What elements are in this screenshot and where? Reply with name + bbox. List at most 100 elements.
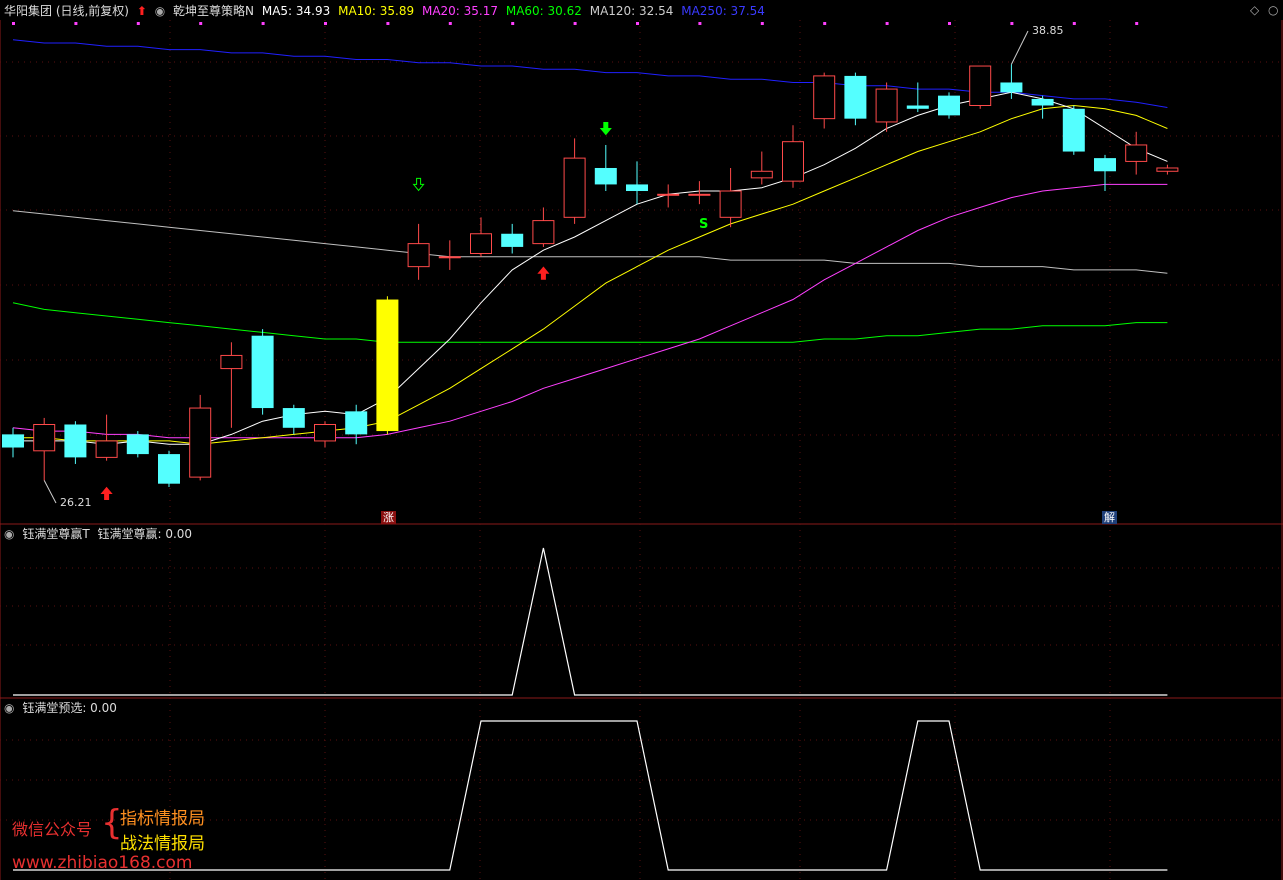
settings-dot-icon[interactable]: ○ — [1268, 3, 1278, 17]
buy-arrow-icon — [537, 266, 550, 280]
ma10-line — [13, 104, 1168, 445]
candle-body-up — [95, 440, 118, 458]
top-marker-dot — [448, 22, 452, 25]
ma120-label: MA120: 32.54 — [589, 4, 674, 18]
candle-body-up — [314, 423, 336, 442]
ma10-label: MA10: 35.89 — [338, 4, 415, 18]
watermark-line2: 战法情报局 — [120, 834, 205, 854]
ma250-label: MA250: 37.54 — [681, 4, 765, 18]
top-marker-dot — [511, 22, 515, 25]
watermark-line1: 指标情报局 — [120, 809, 205, 829]
panel3-dropdown-icon[interactable]: ◉ — [4, 701, 14, 715]
candle-body-down — [501, 233, 524, 247]
panel2-dropdown-icon[interactable]: ◉ — [4, 527, 14, 541]
candle-body-down — [844, 75, 867, 119]
strategy-name[interactable]: 乾坤至尊策略N — [173, 4, 254, 18]
candle-body-up — [657, 193, 680, 196]
sell-hint-arrow-icon — [412, 177, 425, 192]
candle-body-up — [875, 88, 898, 123]
ma5-label: MA5: 34.93 — [261, 4, 331, 18]
candle-body-up — [1156, 167, 1179, 172]
ma250-line — [12, 39, 1168, 108]
zhang-tag: 涨 — [381, 511, 396, 524]
high-price-label: 38.85 — [1032, 24, 1064, 37]
kline-chart[interactable] — [0, 0, 1283, 880]
candle-body-down — [345, 411, 368, 435]
top-marker-dot — [199, 22, 203, 25]
candle-body-down — [1094, 158, 1116, 172]
top-marker-dot — [760, 22, 764, 25]
main-header: 华阳集团 (日线,前复权) ⬆ ◉ 乾坤至尊策略N MA5: 34.93 MA1… — [4, 2, 769, 20]
top-marker-dot — [1135, 22, 1139, 25]
candle-body-up — [688, 193, 711, 196]
candle-body-up — [1125, 144, 1148, 162]
candle-body-down — [906, 105, 929, 109]
dropdown-icon[interactable]: ◉ — [155, 4, 165, 18]
sell-arrow-icon — [599, 122, 612, 136]
ma120-line — [12, 210, 1168, 274]
candle-body-up — [782, 141, 804, 182]
candle-body-down — [1062, 108, 1085, 152]
buy-arrow-icon — [100, 486, 113, 501]
candle-body-up — [750, 170, 773, 179]
candle-body-down — [1031, 98, 1054, 106]
candle-body-down — [2, 434, 24, 448]
candle-body-down — [64, 424, 87, 458]
up-arrow-icon: ⬆ — [136, 4, 147, 18]
s-signal: S — [699, 217, 709, 232]
top-marker-dot — [885, 22, 889, 25]
candle-body-up — [969, 65, 992, 107]
diamond-icon[interactable]: ◇ — [1250, 3, 1259, 17]
top-marker-dot — [823, 22, 827, 25]
candle-body-up — [189, 407, 212, 478]
top-marker-dot — [386, 22, 390, 25]
top-marker-dot — [948, 22, 951, 25]
panel2-header: ◉ 钰满堂尊赢T 钰满堂尊赢: 0.00 — [4, 525, 196, 543]
ma60-label: MA60: 30.62 — [505, 4, 582, 18]
top-marker-dot — [74, 22, 78, 25]
candle-body-up — [33, 423, 56, 452]
candle-body-down — [594, 167, 617, 185]
top-marker-dot — [1072, 22, 1076, 25]
panel2-line — [13, 547, 1168, 696]
candle-body-down — [938, 95, 960, 116]
panel2-title[interactable]: 钰满堂尊赢T — [22, 527, 89, 541]
panel3-header: ◉ 钰满堂预选: 0.00 — [4, 699, 121, 717]
low-leader-line — [43, 480, 57, 504]
top-marker-dot — [261, 22, 265, 25]
top-marker-dot — [698, 22, 702, 25]
top-marker-dot — [324, 22, 327, 25]
ma20-line — [12, 183, 1168, 439]
top-marker-dot — [12, 22, 15, 25]
candle-body-up — [813, 75, 836, 120]
stock-title[interactable]: 华阳集团 (日线,前复权) — [4, 4, 129, 18]
panel3-title[interactable]: 钰满堂预选: 0.00 — [22, 701, 117, 715]
candle-body-up — [220, 354, 243, 370]
high-leader-line — [1010, 30, 1029, 65]
candle-body-down — [158, 454, 180, 484]
ma60-line — [12, 302, 1168, 343]
top-marker-dot — [573, 22, 577, 25]
top-marker-dot — [136, 22, 140, 25]
candle-body-up — [719, 190, 742, 218]
candle-body-up — [438, 256, 461, 259]
candle-body-down — [126, 434, 149, 455]
watermark-url: www.zhibiao168.com — [12, 853, 193, 873]
ma20-label: MA20: 35.17 — [421, 4, 499, 18]
candle-body-up — [470, 233, 492, 254]
candle-body-down — [282, 408, 305, 428]
top-marker-dot — [1010, 22, 1014, 25]
candle-body-up — [532, 220, 555, 245]
watermark-wechat: 微信公众号 — [12, 820, 93, 839]
candle-body-down — [626, 184, 648, 192]
candle-body-down — [1000, 82, 1023, 93]
candle-body-down — [251, 335, 274, 409]
low-price-label: 26.21 — [60, 496, 92, 509]
jie-tag: 解 — [1102, 511, 1117, 524]
panel2-value: 钰满堂尊赢: 0.00 — [97, 527, 193, 541]
top-marker-dot — [636, 22, 639, 25]
ma5-line — [13, 91, 1168, 445]
candle-body-up — [407, 243, 430, 268]
candle-body-highlight — [376, 299, 399, 432]
candle-body-up — [563, 157, 586, 218]
